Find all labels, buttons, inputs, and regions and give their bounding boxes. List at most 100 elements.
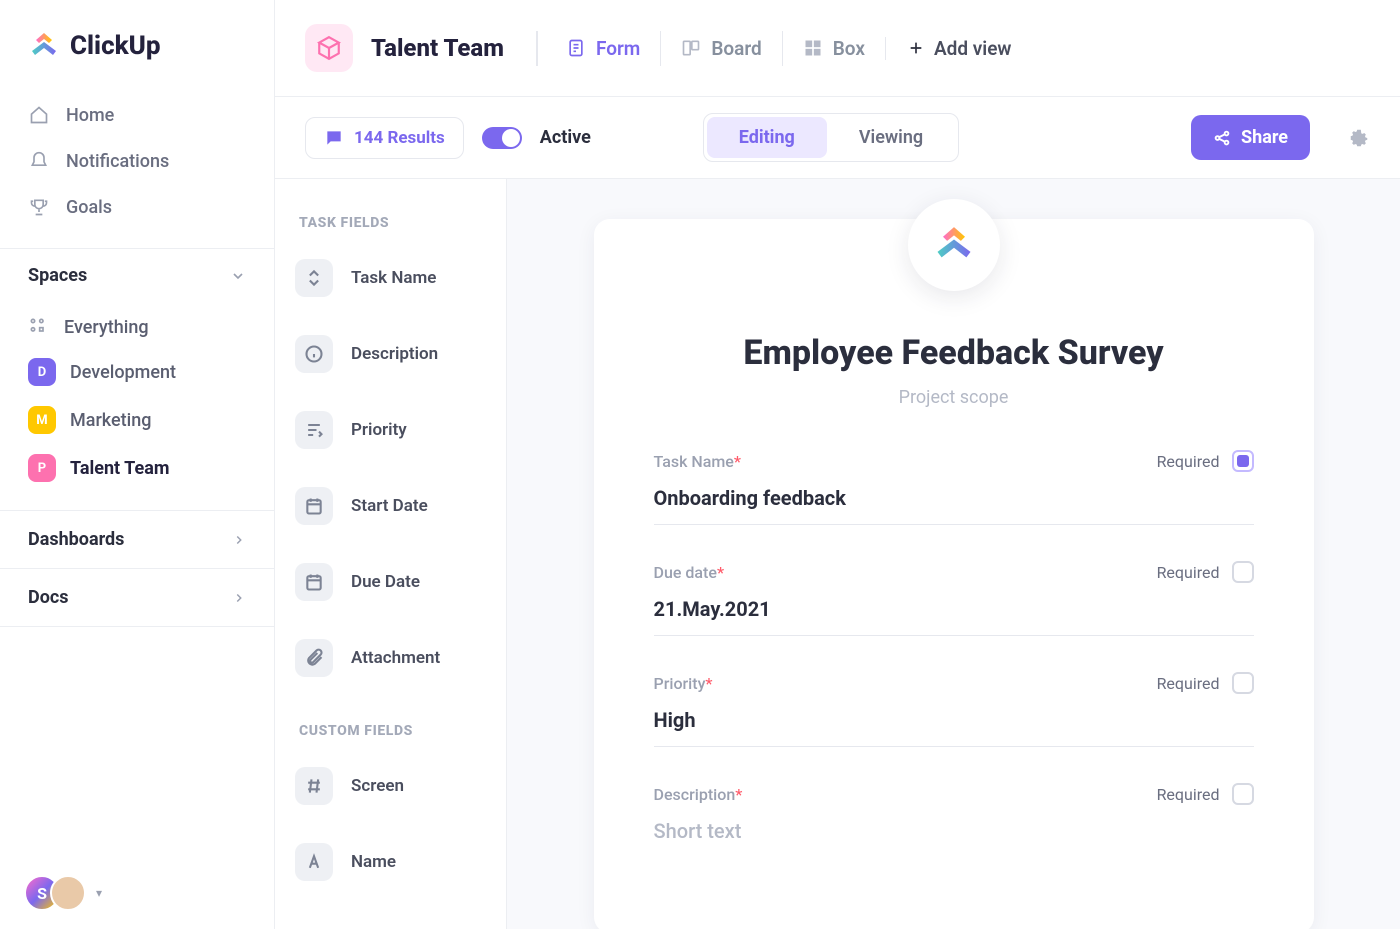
required-checkbox[interactable] <box>1232 672 1254 694</box>
mode-editing[interactable]: Editing <box>707 117 827 158</box>
settings-button[interactable] <box>1348 127 1370 149</box>
form-field-task-name[interactable]: Task Name* Required Onboarding feedback <box>654 450 1254 525</box>
field-value[interactable]: Short text <box>654 819 1254 843</box>
field-title: Due date <box>654 563 717 582</box>
field-label: Name <box>351 852 396 872</box>
space-badge: D <box>28 358 56 386</box>
sidebar-item-marketing[interactable]: M Marketing <box>14 396 260 444</box>
chevron-down-icon <box>230 268 246 284</box>
nav-home[interactable]: Home <box>14 92 260 138</box>
required-checkbox[interactable] <box>1232 561 1254 583</box>
space-badge: M <box>28 406 56 434</box>
tab-box[interactable]: Box <box>782 31 885 66</box>
hash-icon <box>295 767 333 805</box>
primary-nav: Home Notifications Goals <box>0 86 274 248</box>
add-view-button[interactable]: Add view <box>885 37 1012 60</box>
required-checkbox[interactable] <box>1232 783 1254 805</box>
text-icon <box>295 843 333 881</box>
space-label: Marketing <box>70 410 151 431</box>
active-toggle[interactable] <box>482 127 522 149</box>
tab-board[interactable]: Board <box>660 31 781 66</box>
plus-icon <box>908 40 924 56</box>
form-field-description[interactable]: Description* Required Short text <box>654 783 1254 857</box>
brand-logo[interactable]: ClickUp <box>0 0 274 86</box>
field-label: Screen <box>351 776 404 796</box>
space-label: Talent Team <box>70 458 169 479</box>
clickup-logo-icon <box>28 30 60 62</box>
tab-form[interactable]: Form <box>536 31 660 66</box>
required-label: Required <box>1157 563 1220 582</box>
results-button[interactable]: 144 Results <box>305 117 464 159</box>
field-priority[interactable]: Priority <box>295 401 486 477</box>
required-label: Required <box>1157 452 1220 471</box>
workspace: TASK FIELDS Task Name Description Priori… <box>275 179 1400 929</box>
sidebar-item-talent-team[interactable]: P Talent Team <box>14 444 260 492</box>
sidebar-item-development[interactable]: D Development <box>14 348 260 396</box>
nav-goals[interactable]: Goals <box>14 184 260 230</box>
field-description[interactable]: Description <box>295 325 486 401</box>
field-name[interactable]: Name <box>295 833 486 909</box>
field-start-date[interactable]: Start Date <box>295 477 486 553</box>
box-icon <box>803 38 823 58</box>
add-view-label: Add view <box>934 37 1012 60</box>
form-logo[interactable] <box>908 199 1000 291</box>
required-label: Required <box>1157 785 1220 804</box>
required-checkbox[interactable] <box>1232 450 1254 472</box>
trophy-icon <box>28 196 50 218</box>
field-label: Task Name <box>351 268 436 288</box>
chat-icon <box>324 128 344 148</box>
mode-viewing[interactable]: Viewing <box>827 117 955 158</box>
chevron-right-icon <box>232 533 246 547</box>
field-label: Start Date <box>351 496 428 516</box>
form-subtitle[interactable]: Project scope <box>654 387 1254 408</box>
user-menu[interactable]: S ▾ <box>0 857 274 929</box>
form-title[interactable]: Employee Feedback Survey <box>654 333 1254 373</box>
mode-segment: Editing Viewing <box>703 113 959 162</box>
field-screen[interactable]: Screen <box>295 757 486 833</box>
field-due-date[interactable]: Due Date <box>295 553 486 629</box>
calendar-icon <box>295 563 333 601</box>
active-label: Active <box>540 127 591 148</box>
calendar-icon <box>295 487 333 525</box>
form-field-due-date[interactable]: Due date* Required 21.May.2021 <box>654 561 1254 636</box>
field-label: Priority <box>351 420 407 440</box>
sidebar: ClickUp Home Notifications Goals Spaces <box>0 0 275 929</box>
board-icon <box>681 38 701 58</box>
tab-label: Box <box>833 37 865 60</box>
share-button[interactable]: Share <box>1191 115 1310 160</box>
sidebar-dashboards[interactable]: Dashboards <box>0 510 274 568</box>
priority-icon <box>295 411 333 449</box>
chevron-right-icon <box>232 591 246 605</box>
nav-label: Home <box>66 105 114 126</box>
field-value[interactable]: High <box>654 708 1254 732</box>
main: Talent Team Form Board Box Add view <box>275 0 1400 929</box>
form-field-priority[interactable]: Priority* Required High <box>654 672 1254 747</box>
tab-label: Board <box>711 37 761 60</box>
form-card: Employee Feedback Survey Project scope T… <box>594 219 1314 929</box>
brand-name: ClickUp <box>70 31 161 61</box>
task-fields-header: TASK FIELDS <box>299 215 482 231</box>
field-attachment[interactable]: Attachment <box>295 629 486 705</box>
share-label: Share <box>1241 127 1288 148</box>
paperclip-icon <box>295 639 333 677</box>
info-icon <box>295 335 333 373</box>
avatar <box>50 875 86 911</box>
sidebar-docs[interactable]: Docs <box>0 568 274 626</box>
space-icon <box>305 24 353 72</box>
field-value[interactable]: Onboarding feedback <box>654 486 1254 510</box>
fields-panel: TASK FIELDS Task Name Description Priori… <box>275 179 507 929</box>
field-task-name[interactable]: Task Name <box>295 249 486 325</box>
topbar: Talent Team Form Board Box Add view <box>275 0 1400 96</box>
field-title: Description <box>654 785 736 804</box>
space-badge: P <box>28 454 56 482</box>
field-title: Priority <box>654 674 706 693</box>
tab-label: Form <box>596 37 640 60</box>
sidebar-item-everything[interactable]: Everything <box>14 306 260 348</box>
nav-notifications[interactable]: Notifications <box>14 138 260 184</box>
custom-fields-header: CUSTOM FIELDS <box>299 723 482 739</box>
field-value[interactable]: 21.May.2021 <box>654 597 1254 621</box>
space-label: Development <box>70 362 176 383</box>
field-title: Task Name <box>654 452 734 471</box>
form-icon <box>566 38 586 58</box>
spaces-header[interactable]: Spaces <box>0 248 274 302</box>
